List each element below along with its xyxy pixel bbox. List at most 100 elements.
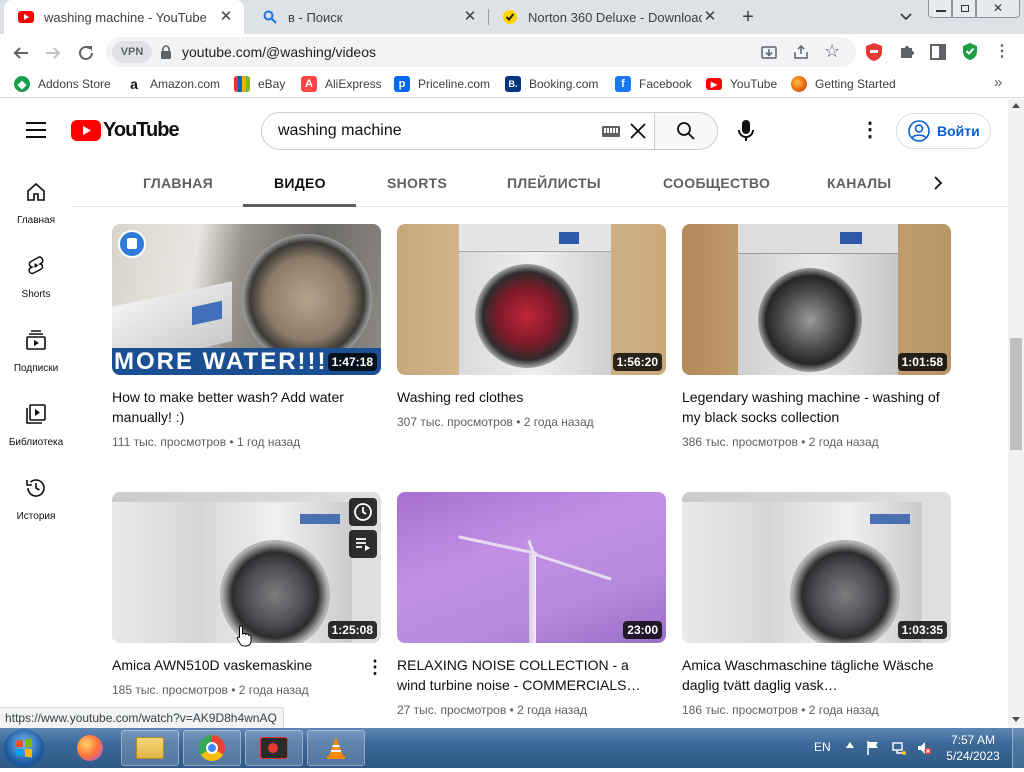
washing-drum-image — [790, 540, 900, 643]
video-duration: 23:00 — [623, 621, 662, 639]
tab-search-chevron-icon[interactable] — [898, 8, 914, 24]
settings-more-icon[interactable]: ⋮ — [860, 119, 880, 141]
clock-date: 5/24/2023 — [946, 749, 1000, 763]
lock-icon[interactable] — [160, 45, 172, 59]
taskbar-screen-recorder[interactable] — [245, 730, 303, 766]
bookmark-facebook[interactable]: f Facebook — [615, 75, 692, 93]
restore-button[interactable] — [952, 0, 976, 18]
video-thumbnail[interactable]: 1:01:58 — [682, 224, 951, 375]
install-app-icon[interactable] — [760, 43, 778, 61]
close-window-button[interactable]: ✕ — [976, 0, 1020, 18]
share-icon[interactable] — [792, 43, 810, 61]
taskbar-vlc[interactable] — [307, 730, 365, 766]
washing-machine-display-image — [870, 514, 910, 524]
bookmark-addons-store[interactable]: ◆ Addons Store — [14, 75, 111, 93]
search-favicon-icon — [262, 9, 278, 25]
guide-item-library[interactable]: Библиотека — [0, 402, 72, 476]
video-title[interactable]: Legendary washing machine - washing of m… — [682, 387, 944, 427]
scrollbar-thumb[interactable] — [1010, 338, 1022, 450]
guide-item-home[interactable]: Главная — [0, 180, 72, 254]
bookmark-getting-started[interactable]: Getting Started — [791, 75, 896, 93]
tab-channels[interactable]: КАНАЛЫ — [827, 175, 891, 191]
watch-later-button[interactable] — [349, 498, 377, 526]
youtube-logo[interactable]: YouTube — [71, 119, 180, 141]
guide-label: Главная — [16, 215, 56, 226]
guide-item-subscriptions[interactable]: Подписки — [0, 328, 72, 402]
tab-shorts[interactable]: SHORTS — [387, 175, 447, 191]
tab-community[interactable]: СООБЩЕСТВО — [663, 175, 770, 191]
new-tab-button[interactable]: + — [736, 5, 760, 29]
video-thumbnail[interactable]: 1:25:08 — [112, 492, 381, 643]
tab-playlists[interactable]: ПЛЕЙЛИСТЫ — [507, 175, 601, 191]
add-to-queue-button[interactable] — [349, 530, 377, 558]
close-tab-icon[interactable]: ✕ — [702, 9, 718, 25]
action-center-flag-icon[interactable] — [866, 740, 880, 756]
tab-videos[interactable]: ВИДЕО — [274, 175, 326, 191]
bookmark-booking[interactable]: B. Booking.com — [505, 75, 598, 93]
minimize-button[interactable] — [928, 0, 952, 18]
video-title[interactable]: Amica AWN510D vaskemaskine — [112, 655, 374, 675]
volume-muted-icon[interactable] — [916, 740, 932, 756]
adblock-extension-icon[interactable] — [865, 42, 883, 62]
back-button[interactable] — [7, 39, 35, 67]
search-input[interactable]: washing machine — [278, 122, 402, 140]
show-hidden-icons-arrow[interactable] — [846, 742, 854, 748]
video-title[interactable]: Amica Waschmaschine tägliche Wäsche dagl… — [682, 655, 944, 695]
sign-in-label: Войти — [937, 123, 980, 139]
keyboard-icon[interactable] — [602, 126, 620, 137]
video-title[interactable]: RELAXING NOISE COLLECTION - a wind turbi… — [397, 655, 659, 695]
taskbar-firefox[interactable] — [61, 730, 119, 766]
address-bar[interactable]: VPN youtube.com/@washing/videos ☆ — [106, 37, 856, 67]
reload-button[interactable] — [72, 39, 100, 67]
bookmarks-overflow-chevron[interactable]: » — [994, 74, 1002, 91]
video-duration: 1:03:35 — [897, 621, 947, 639]
close-tab-icon[interactable]: ✕ — [462, 9, 478, 25]
vpn-badge[interactable]: VPN — [112, 41, 152, 63]
hamburger-menu-icon[interactable] — [26, 122, 46, 138]
tab-youtube[interactable]: washing machine - YouTube ✕ — [4, 0, 244, 34]
video-thumbnail[interactable]: MORE WATER!!! 1:47:18 — [112, 224, 381, 375]
norton-shield-icon[interactable] — [962, 42, 978, 61]
scroll-up-arrow-icon[interactable] — [1012, 103, 1020, 108]
addons-store-icon: ◆ — [14, 76, 30, 92]
bookmark-amazon[interactable]: a Amazon.com — [126, 75, 220, 93]
tabs-scroll-right-icon[interactable] — [930, 175, 946, 191]
video-thumbnail[interactable]: 1:56:20 — [397, 224, 666, 375]
bookmark-ebay[interactable]: eBay — [234, 75, 285, 93]
clear-search-icon[interactable] — [628, 121, 648, 141]
sign-in-button[interactable]: Войти — [896, 113, 991, 149]
tab-norton[interactable]: Norton 360 Deluxe - Download ✕ — [488, 0, 728, 34]
forward-button[interactable] — [39, 39, 67, 67]
system-clock[interactable]: 7:57 AM 5/24/2023 — [940, 732, 1006, 764]
start-button[interactable] — [4, 729, 44, 767]
guide-item-history[interactable]: История — [0, 476, 72, 550]
side-panel-icon[interactable] — [930, 44, 946, 60]
video-action-menu-icon[interactable]: ⋮ — [366, 657, 384, 677]
network-icon[interactable] — [891, 740, 907, 756]
close-tab-icon[interactable]: ✕ — [218, 9, 234, 25]
tab-home[interactable]: ГЛАВНАЯ — [143, 175, 213, 191]
bookmark-label: eBay — [258, 77, 286, 91]
voice-search-mic-icon[interactable] — [736, 119, 756, 143]
extensions-puzzle-icon[interactable] — [898, 43, 916, 61]
video-thumbnail[interactable]: 1:03:35 — [682, 492, 951, 643]
video-thumbnail[interactable]: 23:00 — [397, 492, 666, 643]
bookmark-aliexpress[interactable]: A AliExpress — [301, 75, 382, 93]
wind-turbine-blade-image — [458, 535, 538, 555]
taskbar-chrome[interactable] — [183, 730, 241, 766]
bookmark-star-icon[interactable]: ☆ — [824, 42, 842, 60]
search-button[interactable] — [654, 112, 718, 150]
show-desktop-button[interactable] — [1012, 728, 1024, 768]
bookmark-priceline[interactable]: p Priceline.com — [394, 75, 490, 93]
scroll-down-arrow-icon[interactable] — [1012, 717, 1020, 722]
bookmark-youtube[interactable]: ▶ YouTube — [706, 75, 777, 93]
taskbar-explorer[interactable] — [121, 730, 179, 766]
search-box[interactable]: washing machine — [261, 112, 655, 150]
guide-item-shorts[interactable]: Shorts — [0, 254, 72, 328]
video-title[interactable]: How to make better wash? Add water manua… — [112, 387, 374, 427]
language-indicator[interactable]: EN — [814, 740, 831, 754]
browser-menu-icon[interactable]: ⋮ — [994, 43, 1010, 61]
view-count: 185 тыс. просмотров — [112, 683, 228, 697]
tab-search[interactable]: в - Поиск ✕ — [248, 0, 488, 34]
video-title[interactable]: Washing red clothes — [397, 387, 659, 407]
